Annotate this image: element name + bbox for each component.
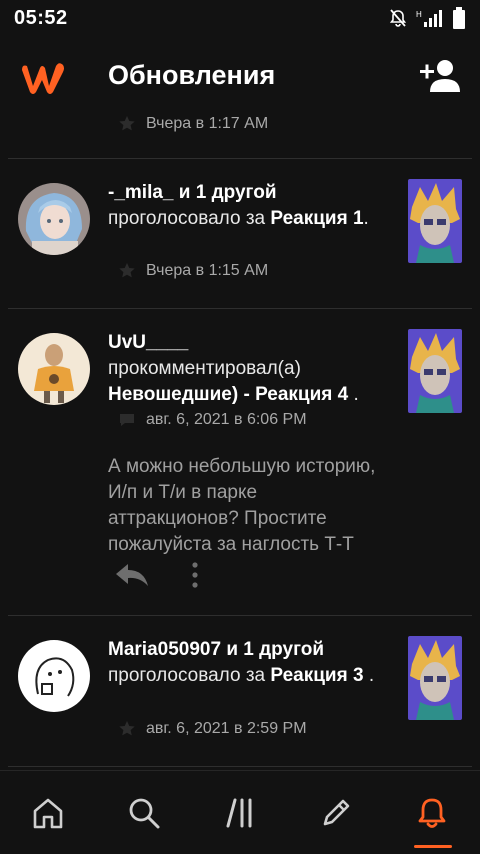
nav-write[interactable] xyxy=(314,791,358,835)
notification-feed[interactable]: Вчера в 1:17 AM -_mila_ и 1 другой прого… xyxy=(0,110,480,770)
timestamp: авг. 6, 2021 в 6:06 PM xyxy=(146,411,307,428)
action-text: проголосовало за xyxy=(108,665,266,686)
add-user-icon[interactable] xyxy=(418,58,462,94)
story-cover[interactable] xyxy=(408,179,462,263)
avatar[interactable] xyxy=(18,183,90,255)
search-icon xyxy=(129,798,160,829)
status-bar: 05:52 H xyxy=(0,0,480,36)
star-icon xyxy=(119,263,135,278)
notification-text: Maria050907 и 1 другой проголосовало за … xyxy=(108,639,375,686)
star-icon xyxy=(119,721,135,736)
battery-icon xyxy=(453,7,465,29)
meta: Вчера в 1:15 AM xyxy=(118,262,268,280)
page-title: Обновления xyxy=(108,60,276,90)
user-name[interactable]: Maria050907 и 1 другой xyxy=(108,639,324,660)
avatar[interactable] xyxy=(18,333,90,405)
nav-notifications[interactable] xyxy=(410,791,454,835)
notification-text: -_mila_ и 1 другой проголосовало за Реак… xyxy=(108,182,369,229)
write-icon xyxy=(323,799,350,826)
wattpad-logo-icon[interactable] xyxy=(18,58,68,98)
divider xyxy=(8,766,472,767)
notification-text: UvU____ прокомментировал(а) Невошедшие) … xyxy=(108,332,359,405)
list-item[interactable]: -_mila_ и 1 другой проголосовало за Реак… xyxy=(0,159,480,308)
status-icons: H xyxy=(388,7,466,29)
timestamp: авг. 6, 2021 в 2:59 PM xyxy=(146,720,307,737)
list-item[interactable]: Maria050907 и 1 другой проголосовало за … xyxy=(0,616,480,766)
app-header: Обновления xyxy=(0,50,480,110)
meta: авг. 6, 2021 в 6:06 PM xyxy=(118,411,307,429)
timestamp: Вчера в 1:17 AM xyxy=(146,115,269,132)
story-title[interactable]: Реакция 1 xyxy=(270,208,363,229)
status-time: 05:52 xyxy=(14,6,68,29)
story-cover[interactable] xyxy=(408,636,462,720)
svg-text:H: H xyxy=(416,10,422,19)
notifications-icon xyxy=(418,798,446,828)
story-title[interactable]: Реакция 3 xyxy=(270,665,363,686)
timestamp: Вчера в 1:15 AM xyxy=(146,262,269,279)
story-title[interactable]: Невошедшие) - Реакция 4 xyxy=(108,384,348,405)
action-text: проголосовало за xyxy=(108,208,266,229)
nav-home[interactable] xyxy=(26,791,70,835)
avatar[interactable] xyxy=(18,640,90,712)
user-name[interactable]: -_mila_ и 1 другой xyxy=(108,182,277,203)
story-cover[interactable] xyxy=(408,329,462,413)
more-vertical-icon[interactable] xyxy=(190,560,200,590)
comment-actions xyxy=(114,560,200,590)
star-icon xyxy=(119,116,135,131)
meta: авг. 6, 2021 в 2:59 PM xyxy=(118,720,307,738)
mute-icon xyxy=(389,9,407,27)
active-tab-indicator xyxy=(414,845,452,848)
nav-library[interactable] xyxy=(218,791,262,835)
nav-search[interactable] xyxy=(122,791,166,835)
comment-icon xyxy=(120,414,134,426)
action-text: прокомментировал(а) xyxy=(108,358,301,379)
home-icon xyxy=(33,798,63,829)
user-name[interactable]: UvU____ xyxy=(108,332,188,353)
list-item[interactable]: UvU____ прокомментировал(а) Невошедшие) … xyxy=(0,309,480,615)
reply-icon[interactable] xyxy=(114,560,150,590)
bottom-nav xyxy=(0,770,480,854)
signal-icon: H xyxy=(416,10,442,27)
previous-item-meta: Вчера в 1:17 AM xyxy=(118,115,268,133)
library-icon xyxy=(226,798,252,828)
comment-text: А можно небольшую историю, И/п и Т/и в п… xyxy=(108,456,376,555)
